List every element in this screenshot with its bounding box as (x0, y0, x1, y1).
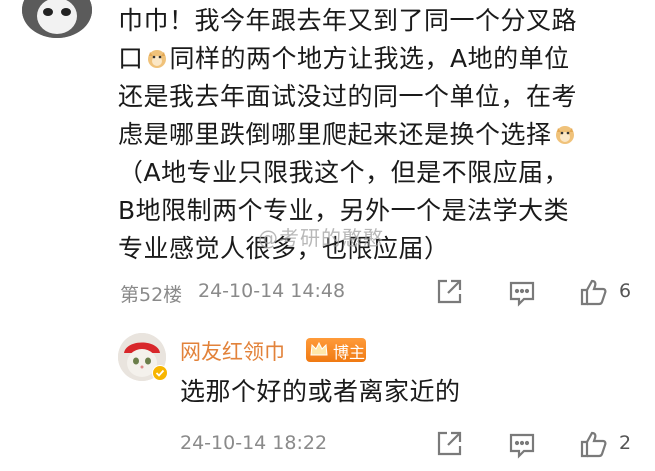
watermark: @考研的憨憨 (258, 226, 384, 250)
thumbs-up-icon[interactable] (578, 277, 608, 307)
comment-line: 还是我去年面试没过的同一个单位，在考 (118, 82, 578, 111)
comment-line: 巾巾！我今年跟去年又到了同一个分叉路 (118, 6, 578, 35)
comment-line: 口同样的两个地方让我选，A地的单位 (118, 42, 570, 73)
share-icon[interactable] (434, 277, 464, 307)
verified-icon (152, 365, 168, 381)
author-badge: 博主 (306, 338, 366, 362)
timestamp: 24-10-14 14:48 (198, 280, 346, 302)
like-count: 2 (619, 432, 632, 454)
thumbs-up-icon[interactable] (578, 429, 608, 459)
floor-number: 第52楼 (120, 284, 183, 306)
like-count: 6 (619, 280, 632, 302)
reply-text: 选那个好的或者离家近的 (180, 377, 461, 406)
timestamp: 24-10-14 18:22 (180, 432, 328, 454)
comment-meta: 第52楼 24-10-14 14:48 6 (120, 277, 640, 307)
share-icon[interactable] (434, 429, 464, 459)
comment-line: （A地专业只限我这个，但是不限应届， (118, 158, 570, 187)
comment-line: 虑是哪里跌倒哪里爬起来还是换个选择 (118, 116, 648, 154)
commenter-avatar[interactable] (22, 0, 92, 38)
badge-label: 博主 (333, 343, 366, 362)
reply-username[interactable]: 网友红领巾 (180, 336, 285, 366)
doge-emoji-icon (554, 118, 576, 144)
crown-icon (308, 339, 330, 361)
comment-icon[interactable] (507, 429, 537, 459)
reply-meta: 24-10-14 18:22 2 (120, 429, 640, 459)
comment-icon[interactable] (507, 277, 537, 307)
doge-emoji-icon (146, 42, 168, 68)
